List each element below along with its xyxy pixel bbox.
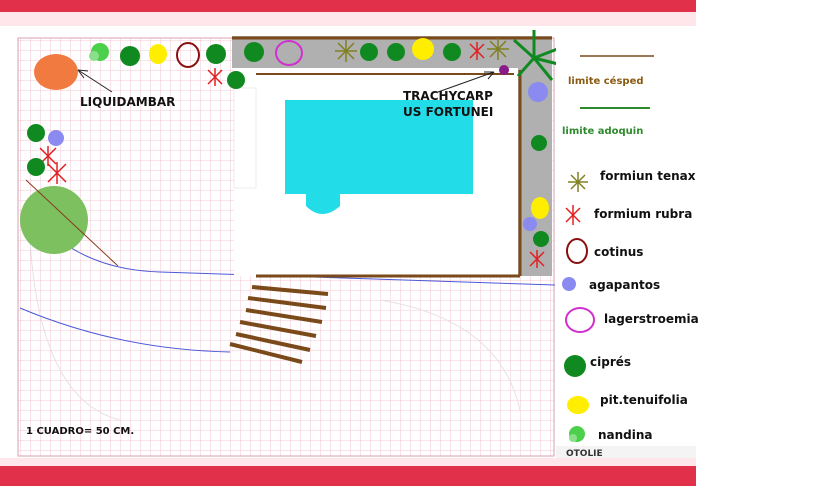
legend-label-rubra: formium rubra [594, 207, 692, 221]
blue-flower-icon [562, 277, 576, 291]
legend-label-nandina: nandina [598, 428, 653, 442]
legend-label-agapantos: agapantos [589, 278, 660, 292]
terrace-notch [233, 87, 257, 189]
garden-plan: LIQUIDAMBAR TRACHYCARP US FORTUNEI 1 CUA… [0, 0, 699, 486]
agapantos-plant [528, 82, 548, 102]
cypress-plant [387, 43, 405, 61]
agapantos-plant [48, 130, 64, 146]
pittosporum-plant [149, 44, 167, 64]
legend-label-pittosporum: pit.tenuifolia [600, 393, 688, 407]
purple-plant [499, 65, 509, 75]
cypress-plant [360, 43, 378, 61]
scale-label: 1 CUADRO= 50 CM. [26, 426, 134, 437]
bottom-frame-pale [0, 458, 696, 466]
cypress-plant [531, 135, 547, 151]
formiun-tenax-plant [335, 40, 357, 62]
cypress-plant [120, 46, 140, 66]
legend-label-tenax: formiun tenax [600, 169, 696, 183]
nandina-plant [89, 51, 99, 61]
legend-label-lawn: limite césped [568, 75, 644, 87]
trachycarpus-label-1: TRACHYCARP [403, 89, 493, 103]
green-flower-icon-inner [569, 434, 577, 442]
bottom-fragment: OTOLIE [566, 449, 603, 459]
agapantos-plant [523, 217, 537, 231]
cypress-plant [27, 158, 45, 176]
cypress-plant [443, 43, 461, 61]
cypress-plant [227, 71, 245, 89]
yellow-circle-icon [567, 396, 589, 414]
top-frame-band [0, 0, 696, 12]
legend-panel [556, 28, 696, 456]
cypress-plant [27, 124, 45, 142]
legend-label-paving: limite adoquin [562, 126, 643, 137]
legend-label-cotinus: cotinus [594, 245, 643, 259]
legend-label-lagerstroemia: lagerstroemia [604, 312, 699, 326]
liquidambar-label: LIQUIDAMBAR [80, 95, 175, 109]
formiun-tenax-plant [487, 38, 509, 60]
cypress-plant [206, 44, 226, 64]
liquidambar-tree [34, 54, 78, 90]
green-circle-icon [564, 355, 586, 377]
cypress-plant [533, 231, 549, 247]
cypress-plant [244, 42, 264, 62]
trachycarpus-label-2: US FORTUNEI [403, 105, 493, 119]
pittosporum-plant [531, 197, 549, 219]
legend-label-cipres: ciprés [590, 355, 631, 369]
top-frame-pale [0, 12, 696, 26]
star-asterisk-icon [568, 172, 588, 192]
big-tree [20, 186, 88, 254]
pittosporum-plant [412, 38, 434, 60]
